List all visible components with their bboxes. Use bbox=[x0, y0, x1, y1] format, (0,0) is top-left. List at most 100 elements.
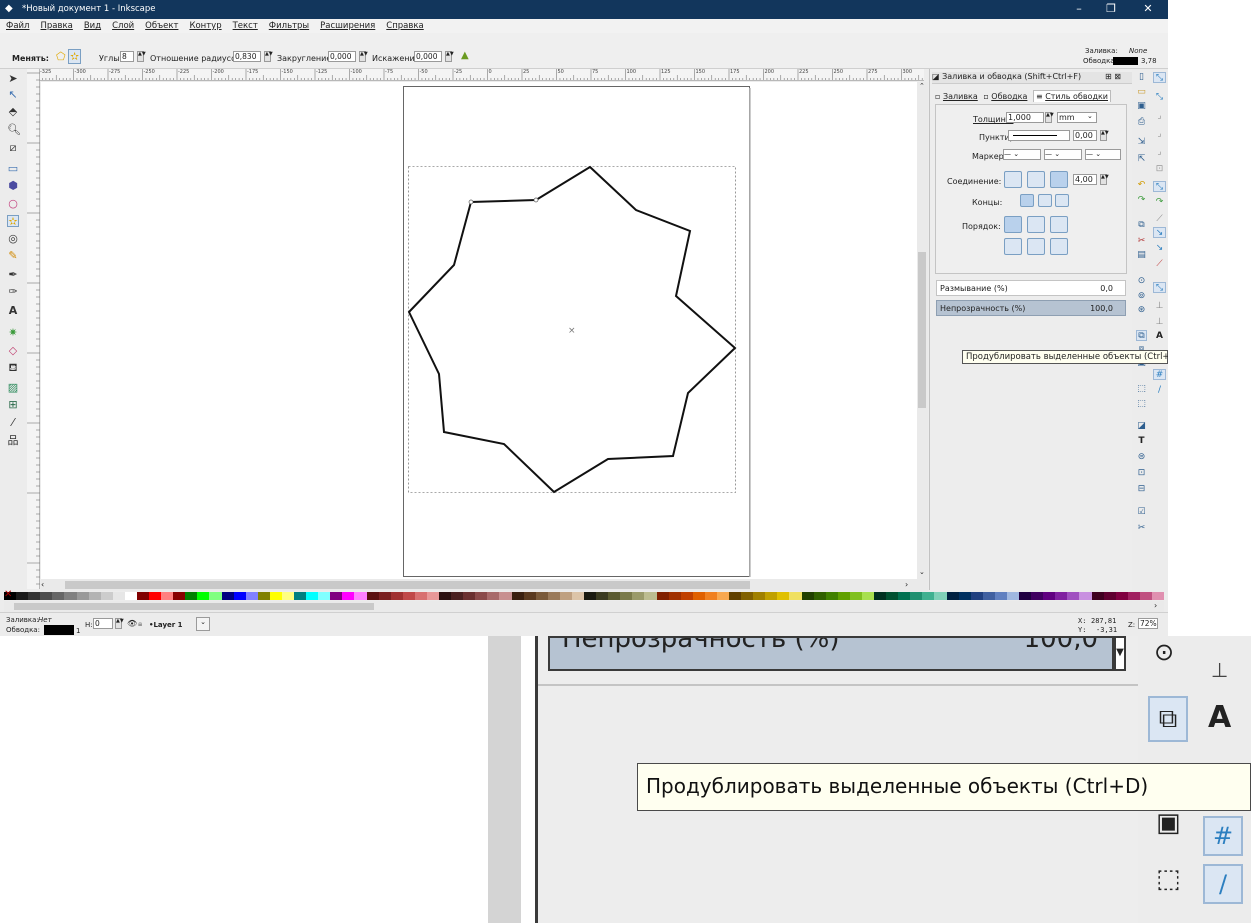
palette-swatch[interactable] bbox=[982, 592, 996, 600]
spray-tool-icon[interactable]: ✷ bbox=[7, 327, 19, 339]
palette-swatch[interactable] bbox=[789, 592, 802, 600]
blur-slider[interactable]: Размывание (%) 0,0 bbox=[936, 280, 1126, 296]
zoom-snap-grid-button[interactable]: # bbox=[1203, 816, 1243, 856]
palette-swatch[interactable] bbox=[245, 592, 259, 600]
spiral-tool-icon[interactable]: ◎ bbox=[7, 233, 19, 245]
dash-pattern-select[interactable] bbox=[1008, 130, 1070, 141]
palette-swatch[interactable] bbox=[1067, 592, 1080, 600]
palette-swatch[interactable] bbox=[656, 592, 670, 600]
palette-swatch[interactable] bbox=[390, 592, 404, 600]
snap-nodes-icon[interactable]: ⤡ bbox=[1153, 181, 1166, 192]
color-palette[interactable] bbox=[4, 592, 1165, 600]
dropper-tool-icon[interactable]: ⁄ bbox=[7, 417, 19, 429]
ellipse-tool-icon[interactable]: ○ bbox=[7, 198, 19, 210]
palette-swatch[interactable] bbox=[704, 592, 718, 600]
palette-swatch[interactable] bbox=[608, 592, 621, 600]
palette-swatch[interactable] bbox=[112, 592, 126, 600]
join-round-button[interactable] bbox=[1027, 171, 1045, 188]
palette-swatch[interactable] bbox=[632, 592, 645, 600]
layers-icon[interactable]: ⊜ bbox=[1136, 452, 1147, 463]
palette-swatch[interactable] bbox=[922, 592, 935, 600]
palette-swatch[interactable] bbox=[1127, 592, 1141, 600]
order-button-3[interactable] bbox=[1050, 216, 1068, 233]
randomize-input[interactable]: 0,000 bbox=[414, 51, 442, 62]
palette-swatch[interactable] bbox=[596, 592, 609, 600]
status-h-spinner[interactable]: ▲▼ bbox=[115, 618, 124, 629]
menu-help[interactable]: Справка bbox=[380, 19, 428, 31]
palette-swatch[interactable] bbox=[366, 592, 380, 600]
snap-center-icon[interactable]: ⊥ bbox=[1153, 301, 1166, 312]
star-tool-icon[interactable]: ✫ bbox=[7, 215, 19, 228]
palette-swatch[interactable] bbox=[1031, 592, 1044, 600]
palette-swatch[interactable] bbox=[439, 592, 452, 600]
box3d-tool-icon[interactable]: ⬢ bbox=[7, 180, 19, 192]
palette-swatch[interactable] bbox=[813, 592, 827, 600]
star-mode-icon[interactable]: ✫ bbox=[68, 49, 82, 64]
palette-swatch[interactable] bbox=[173, 592, 186, 600]
palette-swatch[interactable] bbox=[294, 592, 307, 600]
menu-file[interactable]: Файл bbox=[0, 19, 34, 31]
palette-swatch[interactable] bbox=[584, 592, 597, 600]
palette-scroll-thumb[interactable] bbox=[14, 603, 374, 610]
palette-swatch[interactable] bbox=[233, 592, 247, 600]
palette-swatch[interactable] bbox=[221, 592, 235, 600]
group-icon[interactable]: ⬚ bbox=[1136, 384, 1147, 395]
palette-swatch[interactable] bbox=[1006, 592, 1020, 600]
palette-swatch[interactable] bbox=[1043, 592, 1056, 600]
palette-swatch[interactable] bbox=[741, 592, 754, 600]
document-props-icon[interactable]: ✂ bbox=[1136, 523, 1147, 534]
palette-swatch[interactable] bbox=[209, 592, 222, 600]
menu-extensions[interactable]: Расширения bbox=[314, 19, 380, 31]
preferences-icon[interactable]: ☑ bbox=[1136, 507, 1147, 518]
print-icon[interactable]: ⎙ bbox=[1136, 117, 1147, 128]
palette-swatch[interactable] bbox=[849, 592, 863, 600]
scroll-right-arrow[interactable]: › bbox=[905, 580, 908, 589]
text-font-icon[interactable]: T bbox=[1136, 436, 1147, 447]
palette-swatch[interactable] bbox=[716, 592, 730, 600]
zoom-page-icon[interactable]: ⊛ bbox=[1136, 305, 1147, 316]
palette-swatch[interactable] bbox=[88, 592, 102, 600]
text-tool-icon[interactable]: A bbox=[7, 305, 19, 317]
stroke-color-swatch[interactable] bbox=[1113, 57, 1138, 65]
palette-swatch[interactable] bbox=[40, 592, 53, 600]
palette-swatch[interactable] bbox=[1055, 592, 1068, 600]
dash-offset-input[interactable]: 0,00 bbox=[1073, 130, 1097, 141]
palette-swatch[interactable] bbox=[644, 592, 657, 600]
vertical-scroll-thumb[interactable] bbox=[918, 252, 926, 408]
palette-swatch[interactable] bbox=[861, 592, 875, 600]
palette-swatch[interactable] bbox=[559, 592, 573, 600]
zoom-snap-center-icon[interactable]: ⊥ bbox=[1211, 658, 1228, 682]
palette-swatch[interactable] bbox=[281, 592, 295, 600]
palette-swatch[interactable] bbox=[342, 592, 355, 600]
dash-offset-spinner[interactable]: ▲▼ bbox=[1100, 130, 1109, 141]
horizontal-scroll-thumb[interactable] bbox=[65, 581, 750, 589]
selector-tool-icon[interactable]: ➤ bbox=[7, 73, 19, 85]
ratio-input[interactable]: 0,830 bbox=[233, 51, 261, 62]
palette-swatch[interactable] bbox=[257, 592, 271, 600]
palette-swatch[interactable] bbox=[28, 592, 41, 600]
palette-swatch[interactable] bbox=[1115, 592, 1129, 600]
status-h-input[interactable]: 0 bbox=[93, 618, 113, 629]
palette-swatch[interactable] bbox=[269, 592, 283, 600]
status-stroke-swatch[interactable] bbox=[44, 625, 74, 635]
randomize-spinner[interactable]: ▲▼ bbox=[445, 51, 454, 62]
snap-smooth-icon[interactable]: ↘ bbox=[1153, 243, 1166, 254]
duplicate-icon[interactable]: ⧉ bbox=[1136, 330, 1147, 341]
new-document-icon[interactable]: ▯ bbox=[1136, 72, 1147, 83]
palette-swatch[interactable] bbox=[1091, 592, 1105, 600]
palette-swatch[interactable] bbox=[136, 592, 150, 600]
palette-swatch[interactable] bbox=[197, 592, 210, 600]
zoom-snap-guide-button[interactable]: / bbox=[1203, 864, 1243, 904]
palette-swatch[interactable] bbox=[547, 592, 561, 600]
rounding-input[interactable]: 0,000 bbox=[328, 51, 356, 62]
snap-path-intersect-icon[interactable]: ⟋ bbox=[1153, 214, 1166, 225]
xml-editor-icon[interactable]: ⊡ bbox=[1136, 468, 1147, 479]
palette-swatch[interactable] bbox=[426, 592, 440, 600]
export-icon[interactable]: ⇱ bbox=[1136, 154, 1147, 165]
snap-text-baseline-icon[interactable]: A bbox=[1153, 331, 1166, 342]
palette-swatch[interactable] bbox=[1079, 592, 1092, 600]
tab-stroke-paint[interactable]: ▫ Обводка bbox=[983, 92, 1027, 101]
maximize-button[interactable]: ❐ bbox=[1103, 2, 1119, 15]
import-icon[interactable]: ⇲ bbox=[1136, 137, 1147, 148]
palette-swatch[interactable] bbox=[511, 592, 525, 600]
